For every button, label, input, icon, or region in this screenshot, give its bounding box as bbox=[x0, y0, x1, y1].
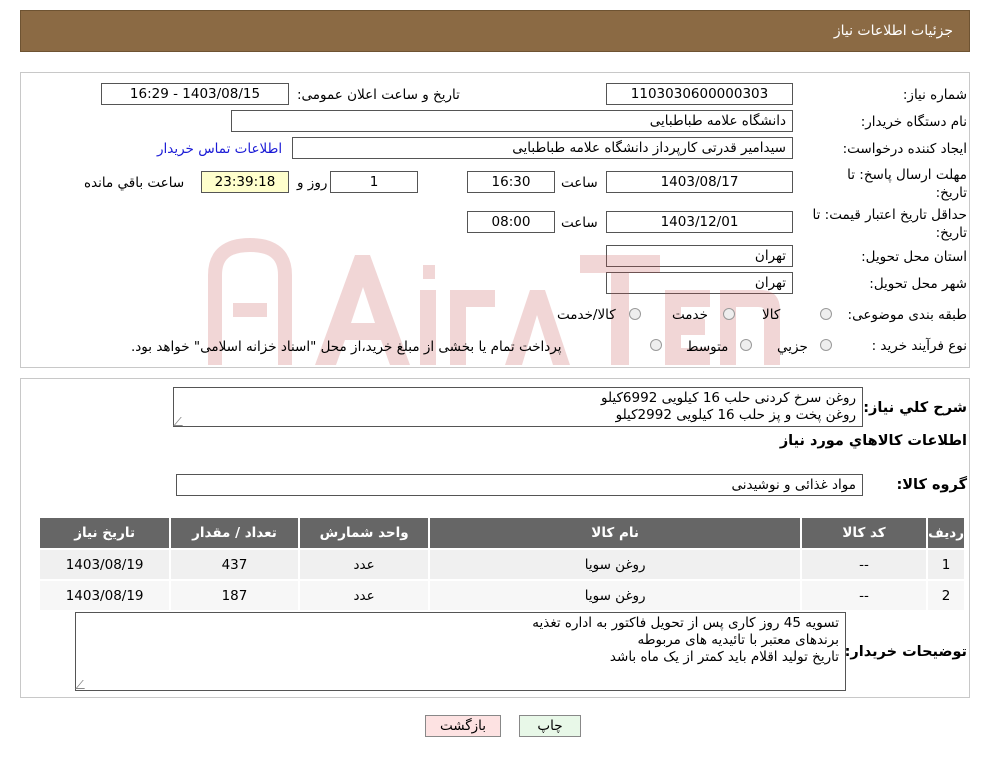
validity-date-field[interactable]: 1403/12/01 bbox=[606, 211, 793, 233]
description-line-1: روغن سرخ کردنی حلب 16 کیلویی 6992کیلو bbox=[600, 390, 856, 406]
cell-row: 2 bbox=[926, 579, 966, 612]
cell-unit: عدد bbox=[297, 548, 431, 581]
category-option-service: خدمت bbox=[672, 307, 708, 323]
col-name: نام کالا bbox=[428, 516, 802, 550]
cell-row: 1 bbox=[926, 548, 966, 581]
days-label: روز و bbox=[297, 175, 328, 191]
buyer-notes-line-2: برندهای معتبر با تائیدیه های مربوطه bbox=[637, 632, 840, 648]
back-button[interactable]: بازگشت bbox=[425, 715, 501, 737]
remaining-time-field: 23:39:18 bbox=[201, 171, 289, 193]
category-label: طبقه بندی موضوعی: bbox=[847, 307, 967, 323]
cell-quantity: 187 bbox=[169, 579, 300, 612]
validity-time-field[interactable]: 08:00 bbox=[467, 211, 555, 233]
col-row: رديف bbox=[926, 516, 966, 550]
goods-table-header: رديف کد کالا نام کالا واحد شمارش تعداد /… bbox=[37, 516, 966, 550]
cell-code: -- bbox=[799, 579, 929, 612]
buyer-notes-line-1: تسویه 45 روز کاری پس از تحویل فاکتور به … bbox=[532, 615, 839, 631]
cell-name: روغن سویا bbox=[428, 548, 802, 581]
goods-table: رديف کد کالا نام کالا واحد شمارش تعداد /… bbox=[37, 516, 966, 612]
process-checkbox-treasury[interactable] bbox=[650, 339, 662, 351]
announce-field[interactable]: 1403/08/15 - 16:29 bbox=[101, 83, 289, 105]
buyer-notes-line-3: تاریخ تولید اقلام باید کمتر از یک ماه با… bbox=[609, 649, 839, 665]
goods-group-label: گروه کالا: bbox=[896, 477, 967, 493]
process-option-medium: متوسط bbox=[686, 339, 729, 355]
category-radio-goods-service[interactable] bbox=[629, 308, 641, 320]
table-row: 2 -- روغن سویا عدد 187 1403/08/19 bbox=[37, 579, 966, 612]
announce-label: تاریخ و ساعت اعلان عمومی: bbox=[297, 87, 460, 103]
process-radio-minor[interactable] bbox=[820, 339, 832, 351]
validity-time-label: ساعت bbox=[561, 215, 598, 231]
buyer-contact-link[interactable]: اطلاعات تماس خریدار bbox=[157, 141, 282, 157]
description-textarea[interactable]: روغن سرخ کردنی حلب 16 کیلویی 6992کیلو رو… bbox=[173, 387, 863, 427]
days-field[interactable]: 1 bbox=[330, 171, 418, 193]
cell-code: -- bbox=[799, 548, 929, 581]
cell-date: 1403/08/19 bbox=[37, 579, 172, 612]
cell-unit: عدد bbox=[297, 579, 431, 612]
need-number-label: شماره نیاز: bbox=[902, 87, 967, 103]
col-quantity: تعداد / مقدار bbox=[169, 516, 300, 550]
category-option-goods: کالا bbox=[762, 307, 781, 323]
validity-label: حداقل تاریخ اعتبار قیمت: تا bbox=[812, 207, 967, 223]
deadline-label-2: تاریخ: bbox=[935, 185, 967, 201]
col-date: تاريخ نياز bbox=[37, 516, 172, 550]
process-note: پرداخت تمام یا بخشی از مبلغ خرید،از محل … bbox=[131, 339, 562, 355]
col-unit: واحد شمارش bbox=[297, 516, 431, 550]
remaining-label: ساعت باقي مانده bbox=[84, 175, 185, 191]
category-option-goods-service: کالا/خدمت bbox=[557, 307, 616, 323]
cell-name: روغن سویا bbox=[428, 579, 802, 612]
col-code: کد کالا bbox=[799, 516, 929, 550]
buyer-org-field[interactable]: دانشگاه علامه طباطبایی bbox=[231, 110, 793, 132]
deadline-label: مهلت ارسال پاسخ: تا bbox=[847, 167, 967, 183]
creator-field[interactable]: سیدامیر قدرتی کارپرداز دانشگاه علامه طبا… bbox=[292, 137, 793, 159]
process-option-minor: جزیي bbox=[777, 339, 808, 355]
category-radio-goods[interactable] bbox=[820, 308, 832, 320]
table-row: 1 -- روغن سویا عدد 437 1403/08/19 bbox=[37, 548, 966, 581]
print-button[interactable]: چاپ bbox=[519, 715, 581, 737]
province-label: استان محل تحویل: bbox=[861, 249, 967, 265]
buyer-org-label: نام دستگاه خریدار: bbox=[860, 114, 967, 130]
creator-label: ایجاد کننده درخواست: bbox=[842, 141, 967, 157]
page-header: جزئیات اطلاعات نیاز bbox=[20, 10, 970, 52]
description-line-2: روغن پخت و پز حلب 16 کیلویی 2992کیلو bbox=[615, 407, 856, 423]
goods-section-title: اطلاعات کالاهاي مورد نياز bbox=[779, 433, 967, 449]
process-radio-medium[interactable] bbox=[740, 339, 752, 351]
validity-label-2: تاریخ: bbox=[935, 225, 967, 241]
process-label: نوع فرآیند خرید : bbox=[871, 338, 967, 354]
deadline-date-field[interactable]: 1403/08/17 bbox=[606, 171, 793, 193]
city-label: شهر محل تحویل: bbox=[869, 276, 967, 292]
category-radio-service[interactable] bbox=[723, 308, 735, 320]
deadline-time-label: ساعت bbox=[561, 175, 598, 191]
cell-quantity: 437 bbox=[169, 548, 300, 581]
deadline-time-field[interactable]: 16:30 bbox=[467, 171, 555, 193]
buyer-notes-label: توضیحات خریدار: bbox=[844, 644, 967, 660]
description-label: شرح كلي نياز: bbox=[863, 400, 967, 416]
need-number-field[interactable]: 1103030600000303 bbox=[606, 83, 793, 105]
buyer-notes-textarea[interactable]: تسویه 45 روز کاری پس از تحویل فاکتور به … bbox=[75, 612, 846, 691]
goods-group-field[interactable]: مواد غذائی و نوشیدنی bbox=[176, 474, 863, 496]
cell-date: 1403/08/19 bbox=[37, 548, 172, 581]
page-title: جزئیات اطلاعات نیاز bbox=[833, 23, 953, 39]
